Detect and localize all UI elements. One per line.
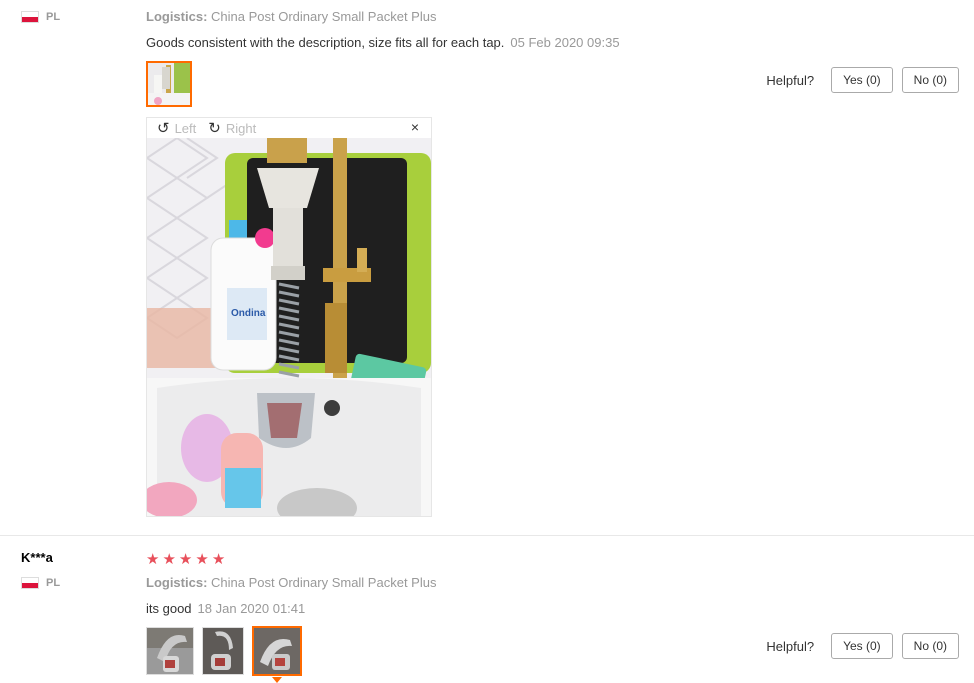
active-thumbnail-indicator	[272, 677, 282, 683]
reviewer-country: PL	[21, 577, 60, 589]
helpful-yes-button[interactable]: Yes (0)	[831, 67, 893, 93]
logistics-value: China Post Ordinary Small Packet Plus	[211, 9, 437, 24]
logistics-label: Logistics:	[146, 575, 208, 590]
rotate-right-icon: ↻	[208, 120, 221, 137]
review-1: PL Logistics: China Post Ordinary Small …	[0, 0, 974, 535]
helpful-section: Helpful? Yes (0) No (0)	[766, 633, 959, 659]
rotate-left-label: Left	[174, 120, 197, 136]
photo-viewer: ↺ Left ↻ Right × Ondina	[146, 117, 432, 517]
logistics-line: Logistics: China Post Ordinary Small Pac…	[146, 575, 436, 590]
close-icon[interactable]: ×	[411, 119, 419, 135]
helpful-section: Helpful? Yes (0) No (0)	[766, 67, 959, 93]
rotate-right-label: Right	[225, 120, 257, 136]
review-text: Goods consistent with the description, s…	[146, 35, 505, 50]
review-text-line: Goods consistent with the description, s…	[146, 35, 620, 50]
logistics-line: Logistics: China Post Ordinary Small Pac…	[146, 9, 436, 24]
logistics-value: China Post Ordinary Small Packet Plus	[211, 575, 437, 590]
svg-text:Ondina: Ondina	[231, 308, 266, 319]
photo-thumbnail-image	[203, 628, 243, 674]
star-icon: ★	[146, 551, 160, 568]
helpful-no-button[interactable]: No (0)	[901, 633, 959, 659]
photo-thumbnail-image	[147, 628, 193, 674]
helpful-no-button[interactable]: No (0)	[901, 67, 959, 93]
photo-thumbnail[interactable]	[202, 627, 244, 675]
rotate-right-button[interactable]: ↻ Right	[208, 119, 256, 137]
review-date: 18 Jan 2020 01:41	[197, 601, 306, 616]
star-icon: ★	[178, 551, 193, 568]
rotate-left-icon: ↺	[157, 120, 170, 137]
review-content: Logistics: China Post Ordinary Small Pac…	[146, 9, 436, 24]
country-code: PL	[46, 11, 61, 23]
rotate-left-button[interactable]: ↺ Left	[157, 119, 196, 137]
photo-thumbnail[interactable]	[146, 627, 194, 675]
reviewer-name: K***a	[21, 550, 53, 565]
helpful-label: Helpful?	[766, 638, 815, 654]
review-2: K***a PL ★ ★ ★ ★ ★ Logistics: China Post…	[0, 535, 974, 683]
rating-stars: ★ ★ ★ ★ ★	[146, 552, 225, 567]
review-photos	[146, 626, 302, 683]
photo-viewer-toolbar: ↺ Left ↻ Right ×	[147, 118, 431, 138]
faucet-photo: Ondina	[147, 138, 431, 516]
logistics-label: Logistics:	[146, 9, 208, 24]
review-text-line: its good 18 Jan 2020 01:41	[146, 601, 305, 616]
photo-thumbnail-image	[254, 628, 300, 674]
star-icon: ★	[195, 551, 209, 568]
country-code: PL	[46, 577, 61, 589]
poland-flag-icon	[21, 577, 39, 589]
active-thumbnail-wrapper	[252, 626, 302, 683]
star-icon: ★	[162, 551, 176, 568]
helpful-label: Helpful?	[766, 72, 815, 88]
poland-flag-icon	[21, 11, 39, 23]
review-photo-large: Ondina	[147, 138, 431, 516]
star-icon: ★	[211, 551, 226, 568]
photo-thumbnail[interactable]	[146, 61, 192, 107]
helpful-yes-button[interactable]: Yes (0)	[831, 633, 893, 659]
reviewer-country: PL	[21, 11, 60, 23]
review-date: 05 Feb 2020 09:35	[510, 35, 620, 50]
photo-thumbnail-active[interactable]	[252, 626, 302, 676]
review-photos	[146, 61, 192, 107]
photo-thumbnail-image	[148, 63, 190, 105]
review-text: its good	[146, 601, 192, 616]
